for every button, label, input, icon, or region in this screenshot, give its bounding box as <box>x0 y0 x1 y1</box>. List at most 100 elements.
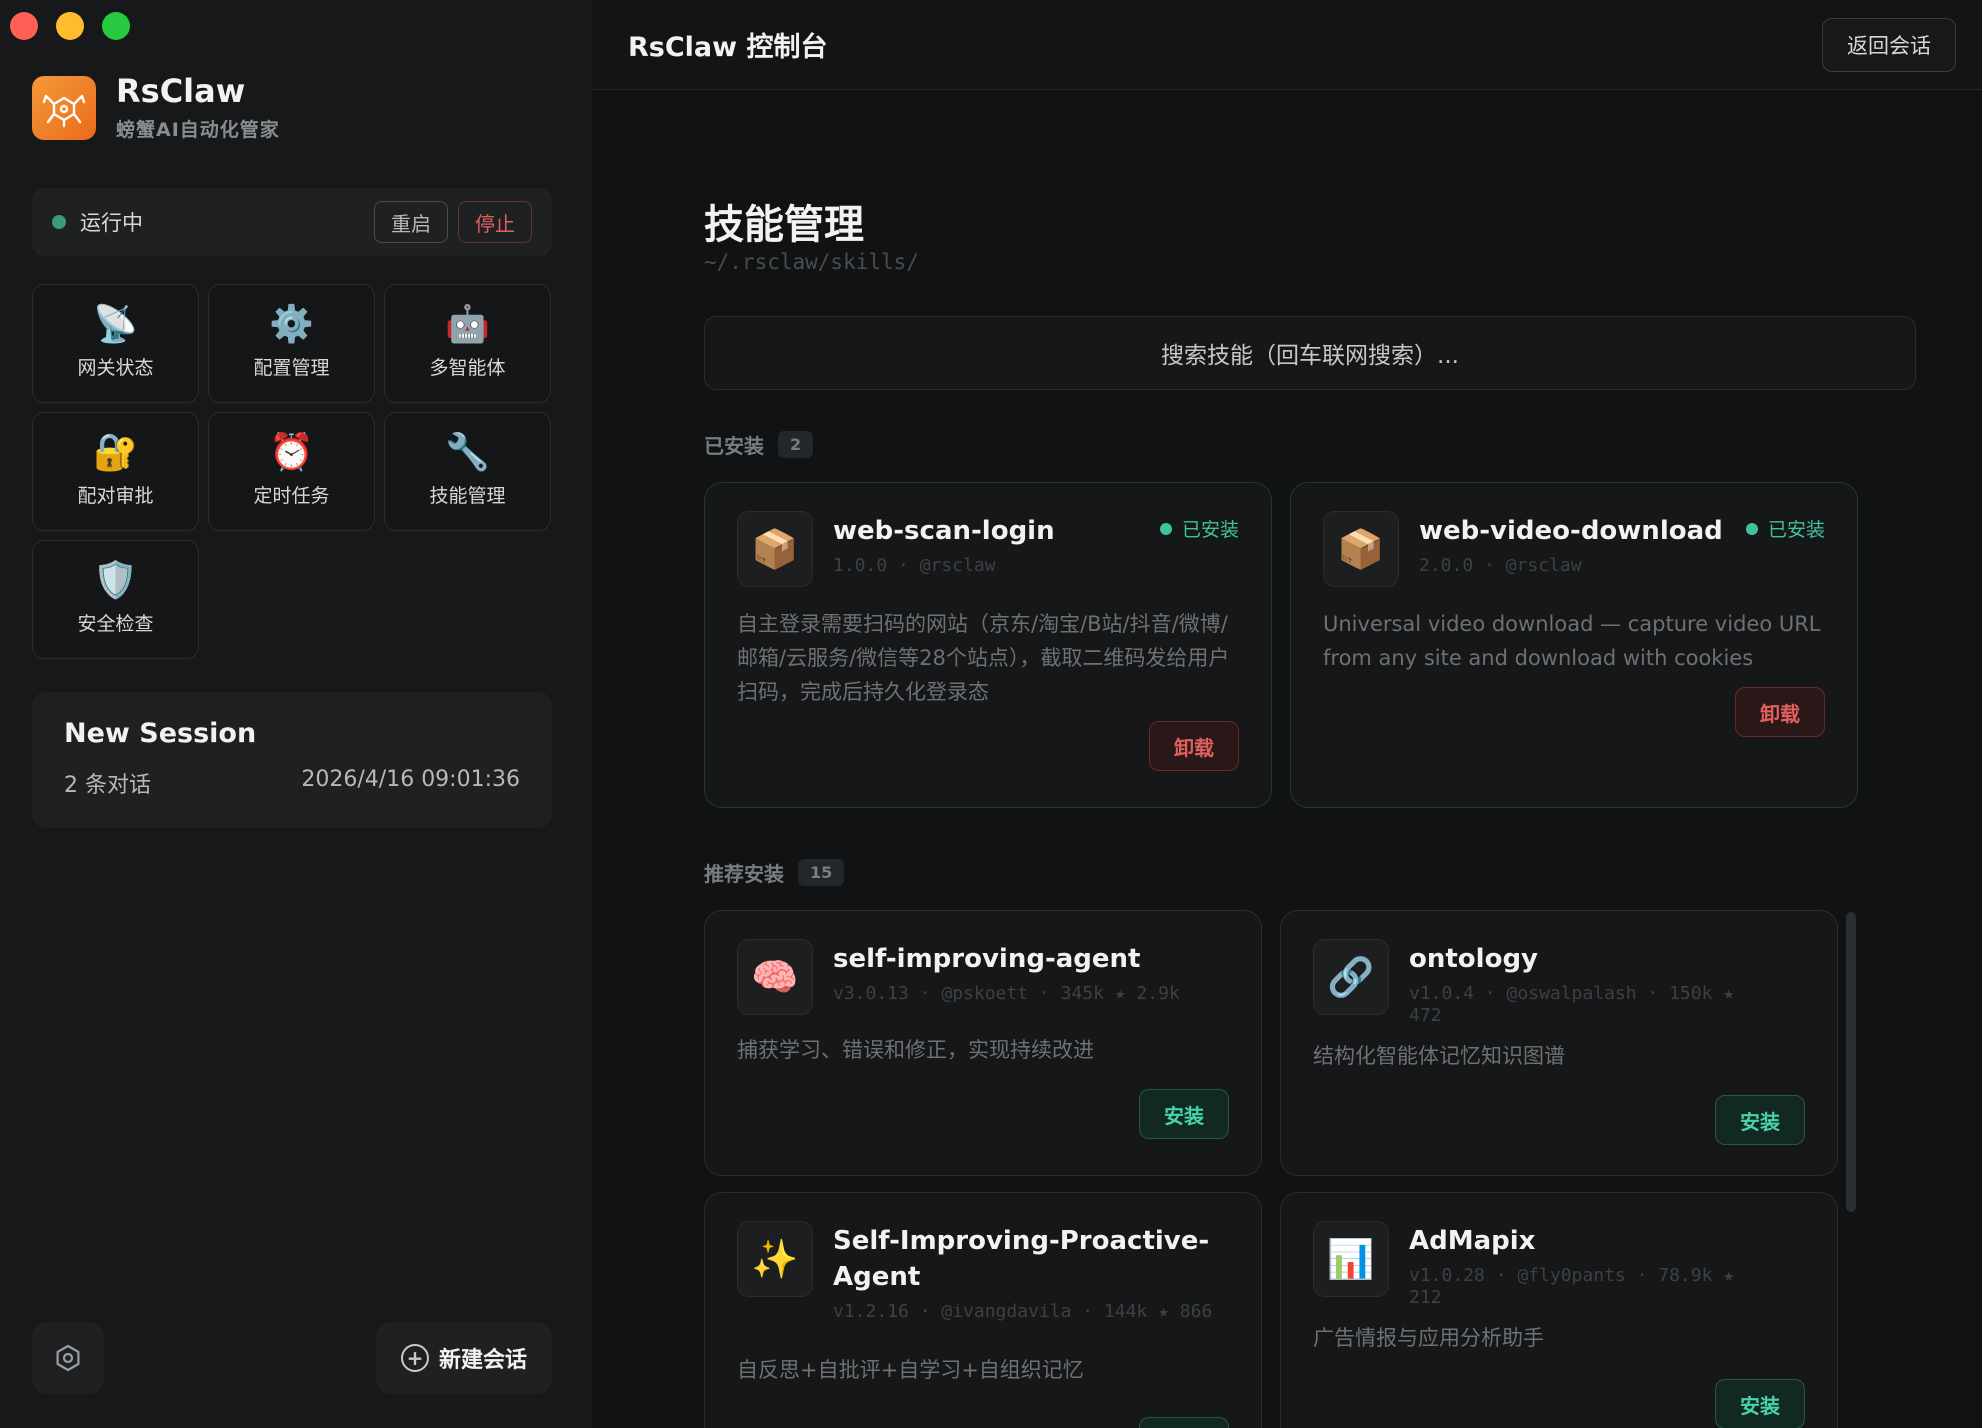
skill-description: 广告情报与应用分析助手 <box>1313 1326 1544 1350</box>
skill-meta: 2.0.0 · @rsclaw <box>1419 555 1582 576</box>
skill-name: self-improving-agent <box>833 944 1141 974</box>
status-text: 运行中 <box>80 211 143 235</box>
skill-card-web-scan-login: 📦 web-scan-login 1.0.0 · @rsclaw 已安装 自主登… <box>704 482 1272 808</box>
recommended-label: 推荐安装 <box>704 862 784 886</box>
skill-description: 自反思+自批评+自学习+自组织记忆 <box>737 1358 1084 1382</box>
installed-section-header: 已安装 2 <box>704 430 814 459</box>
install-button[interactable]: 安装 <box>1139 1417 1229 1428</box>
status-dot-icon <box>52 215 66 229</box>
install-button[interactable]: 安装 <box>1715 1379 1805 1428</box>
skill-name: web-scan-login <box>833 516 1055 546</box>
skill-card-ontology: 🔗 ontology v1.0.4 · @oswalpalash · 150k … <box>1280 910 1838 1176</box>
package-icon: 📦 <box>737 511 813 587</box>
minimize-window-button[interactable] <box>56 12 84 40</box>
skills-path: ~/.rsclaw/skills/ <box>704 250 919 274</box>
skill-description: 结构化智能体记忆知识图谱 <box>1313 1044 1565 1068</box>
nav-tile-label: 定时任务 <box>253 485 330 507</box>
skill-description: 自主登录需要扫码的网站（京东/淘宝/B站/抖音/微博/邮箱/云服务/微信等28个… <box>737 612 1230 704</box>
skill-card-web-video-download: 📦 web-video-download 2.0.0 · @rsclaw 已安装… <box>1290 482 1858 808</box>
nav-tile-label: 安全检查 <box>77 613 154 635</box>
session-card[interactable]: New Session 2 条对话 2026/4/16 09:01:36 <box>32 692 552 828</box>
wrench-icon: 🔧 <box>445 432 490 473</box>
nav-tile-label: 网关状态 <box>77 357 154 379</box>
bar-chart-icon: 📊 <box>1313 1221 1389 1297</box>
installed-count-badge: 2 <box>778 431 814 458</box>
lock-key-icon: 🔐 <box>93 432 138 473</box>
nav-tile-scheduled-tasks[interactable]: ⏰ 定时任务 <box>208 412 375 531</box>
recommended-count-badge: 15 <box>798 859 845 886</box>
crab-logo-icon <box>32 76 96 141</box>
window-title: RsClaw 控制台 <box>628 32 828 63</box>
window-controls <box>10 12 130 40</box>
skill-description: Universal video download — capture video… <box>1323 612 1821 670</box>
nav-tile-security-check[interactable]: 🛡️ 安全检查 <box>32 540 199 659</box>
installed-label: 已安装 <box>704 434 764 458</box>
alarm-clock-icon: ⏰ <box>269 432 314 473</box>
skill-meta: v1.2.16 · @ivangdavila · 144k ★ 866 <box>833 1301 1213 1322</box>
install-button[interactable]: 安装 <box>1139 1089 1229 1139</box>
installed-dot-icon <box>1159 522 1172 535</box>
nav-tile-label: 配对审批 <box>77 485 154 507</box>
uninstall-button[interactable]: 卸载 <box>1149 721 1239 771</box>
link-icon: 🔗 <box>1313 939 1389 1015</box>
settings-button[interactable] <box>32 1322 104 1394</box>
new-session-button[interactable]: + 新建会话 <box>376 1322 552 1394</box>
plus-circle-icon: + <box>400 1344 429 1372</box>
skill-meta: v3.0.13 · @pskoett · 345k ★ 2.9k <box>833 983 1180 1004</box>
hexagon-gear-icon <box>56 1344 80 1372</box>
gear-icon: ⚙️ <box>269 304 314 345</box>
nav-tile-label: 配置管理 <box>253 357 330 379</box>
nav-tile-label: 多智能体 <box>429 357 506 379</box>
nav-tile-multi-agent[interactable]: 🤖 多智能体 <box>384 284 551 403</box>
brain-icon: 🧠 <box>737 939 813 1015</box>
top-bar: RsClaw 控制台 返回会话 <box>592 0 1982 90</box>
gateway-status-bar: 运行中 重启 停止 <box>32 188 552 256</box>
skill-name: Self-Improving-Proactive-Agent <box>833 1226 1210 1293</box>
install-button[interactable]: 安装 <box>1715 1095 1805 1145</box>
nav-tile-label: 技能管理 <box>429 485 506 507</box>
satellite-dish-icon: 📡 <box>93 304 138 345</box>
nav-tile-config[interactable]: ⚙️ 配置管理 <box>208 284 375 403</box>
recommended-section-header: 推荐安装 15 <box>704 858 845 887</box>
session-title: New Session <box>64 718 257 749</box>
restart-button[interactable]: 重启 <box>374 201 448 243</box>
brand: RsClaw 螃蟹AI自动化管家 <box>32 72 280 142</box>
stop-button[interactable]: 停止 <box>458 201 532 243</box>
skill-name: web-video-download <box>1419 516 1723 546</box>
skill-card-self-improving-proactive-agent: ✨ Self-Improving-Proactive-Agent v1.2.16… <box>704 1192 1262 1428</box>
skills-page: 技能管理 ~/.rsclaw/skills/ 搜索技能（回车联网搜索）... 已… <box>592 90 1982 1428</box>
nav-tile-pairing-approval[interactable]: 🔐 配对审批 <box>32 412 199 531</box>
installed-badge-label: 已安装 <box>1181 519 1239 541</box>
package-icon: 📦 <box>1323 511 1399 587</box>
uninstall-button[interactable]: 卸载 <box>1735 687 1825 737</box>
brand-name: RsClaw <box>116 72 246 110</box>
scrollbar-thumb[interactable] <box>1846 912 1856 1212</box>
skill-card-admapix: 📊 AdMapix v1.0.28 · @fly0pants · 78.9k ★… <box>1280 1192 1838 1428</box>
skill-name: AdMapix <box>1409 1226 1536 1256</box>
robot-icon: 🤖 <box>445 304 490 345</box>
nav-tile-skills[interactable]: 🔧 技能管理 <box>384 412 551 531</box>
installed-badge-label: 已安装 <box>1767 519 1825 541</box>
nav-tile-gateway-status[interactable]: 📡 网关状态 <box>32 284 199 403</box>
installed-dot-icon <box>1745 522 1758 535</box>
session-meta: 2 条对话 2026/4/16 09:01:36 <box>64 767 520 799</box>
sparkles-icon: ✨ <box>737 1221 813 1297</box>
close-window-button[interactable] <box>10 12 38 40</box>
installed-status-badge: 已安装 <box>1159 515 1239 542</box>
session-time: 2026/4/16 09:01:36 <box>301 767 520 792</box>
skill-meta: v1.0.4 · @oswalpalash · 150k ★ 472 <box>1409 983 1735 1026</box>
new-session-label: 新建会话 <box>438 1348 527 1373</box>
session-count: 2 条对话 <box>64 773 151 798</box>
sidebar: RsClaw 螃蟹AI自动化管家 运行中 重启 停止 📡 网关状态 ⚙️ 配置管… <box>0 0 592 1428</box>
shield-icon: 🛡️ <box>93 560 138 601</box>
skill-name: ontology <box>1409 944 1538 974</box>
skill-search-input[interactable]: 搜索技能（回车联网搜索）... <box>704 316 1916 390</box>
search-placeholder: 搜索技能（回车联网搜索）... <box>1161 343 1459 369</box>
maximize-window-button[interactable] <box>102 12 130 40</box>
brand-subtitle: 螃蟹AI自动化管家 <box>116 119 280 142</box>
installed-status-badge: 已安装 <box>1745 515 1825 542</box>
skill-description: 捕获学习、错误和修正，实现持续改进 <box>737 1038 1094 1062</box>
skill-meta: v1.0.28 · @fly0pants · 78.9k ★ 212 <box>1409 1265 1735 1308</box>
back-to-session-button[interactable]: 返回会话 <box>1822 17 1956 72</box>
page-title: 技能管理 <box>704 202 864 248</box>
